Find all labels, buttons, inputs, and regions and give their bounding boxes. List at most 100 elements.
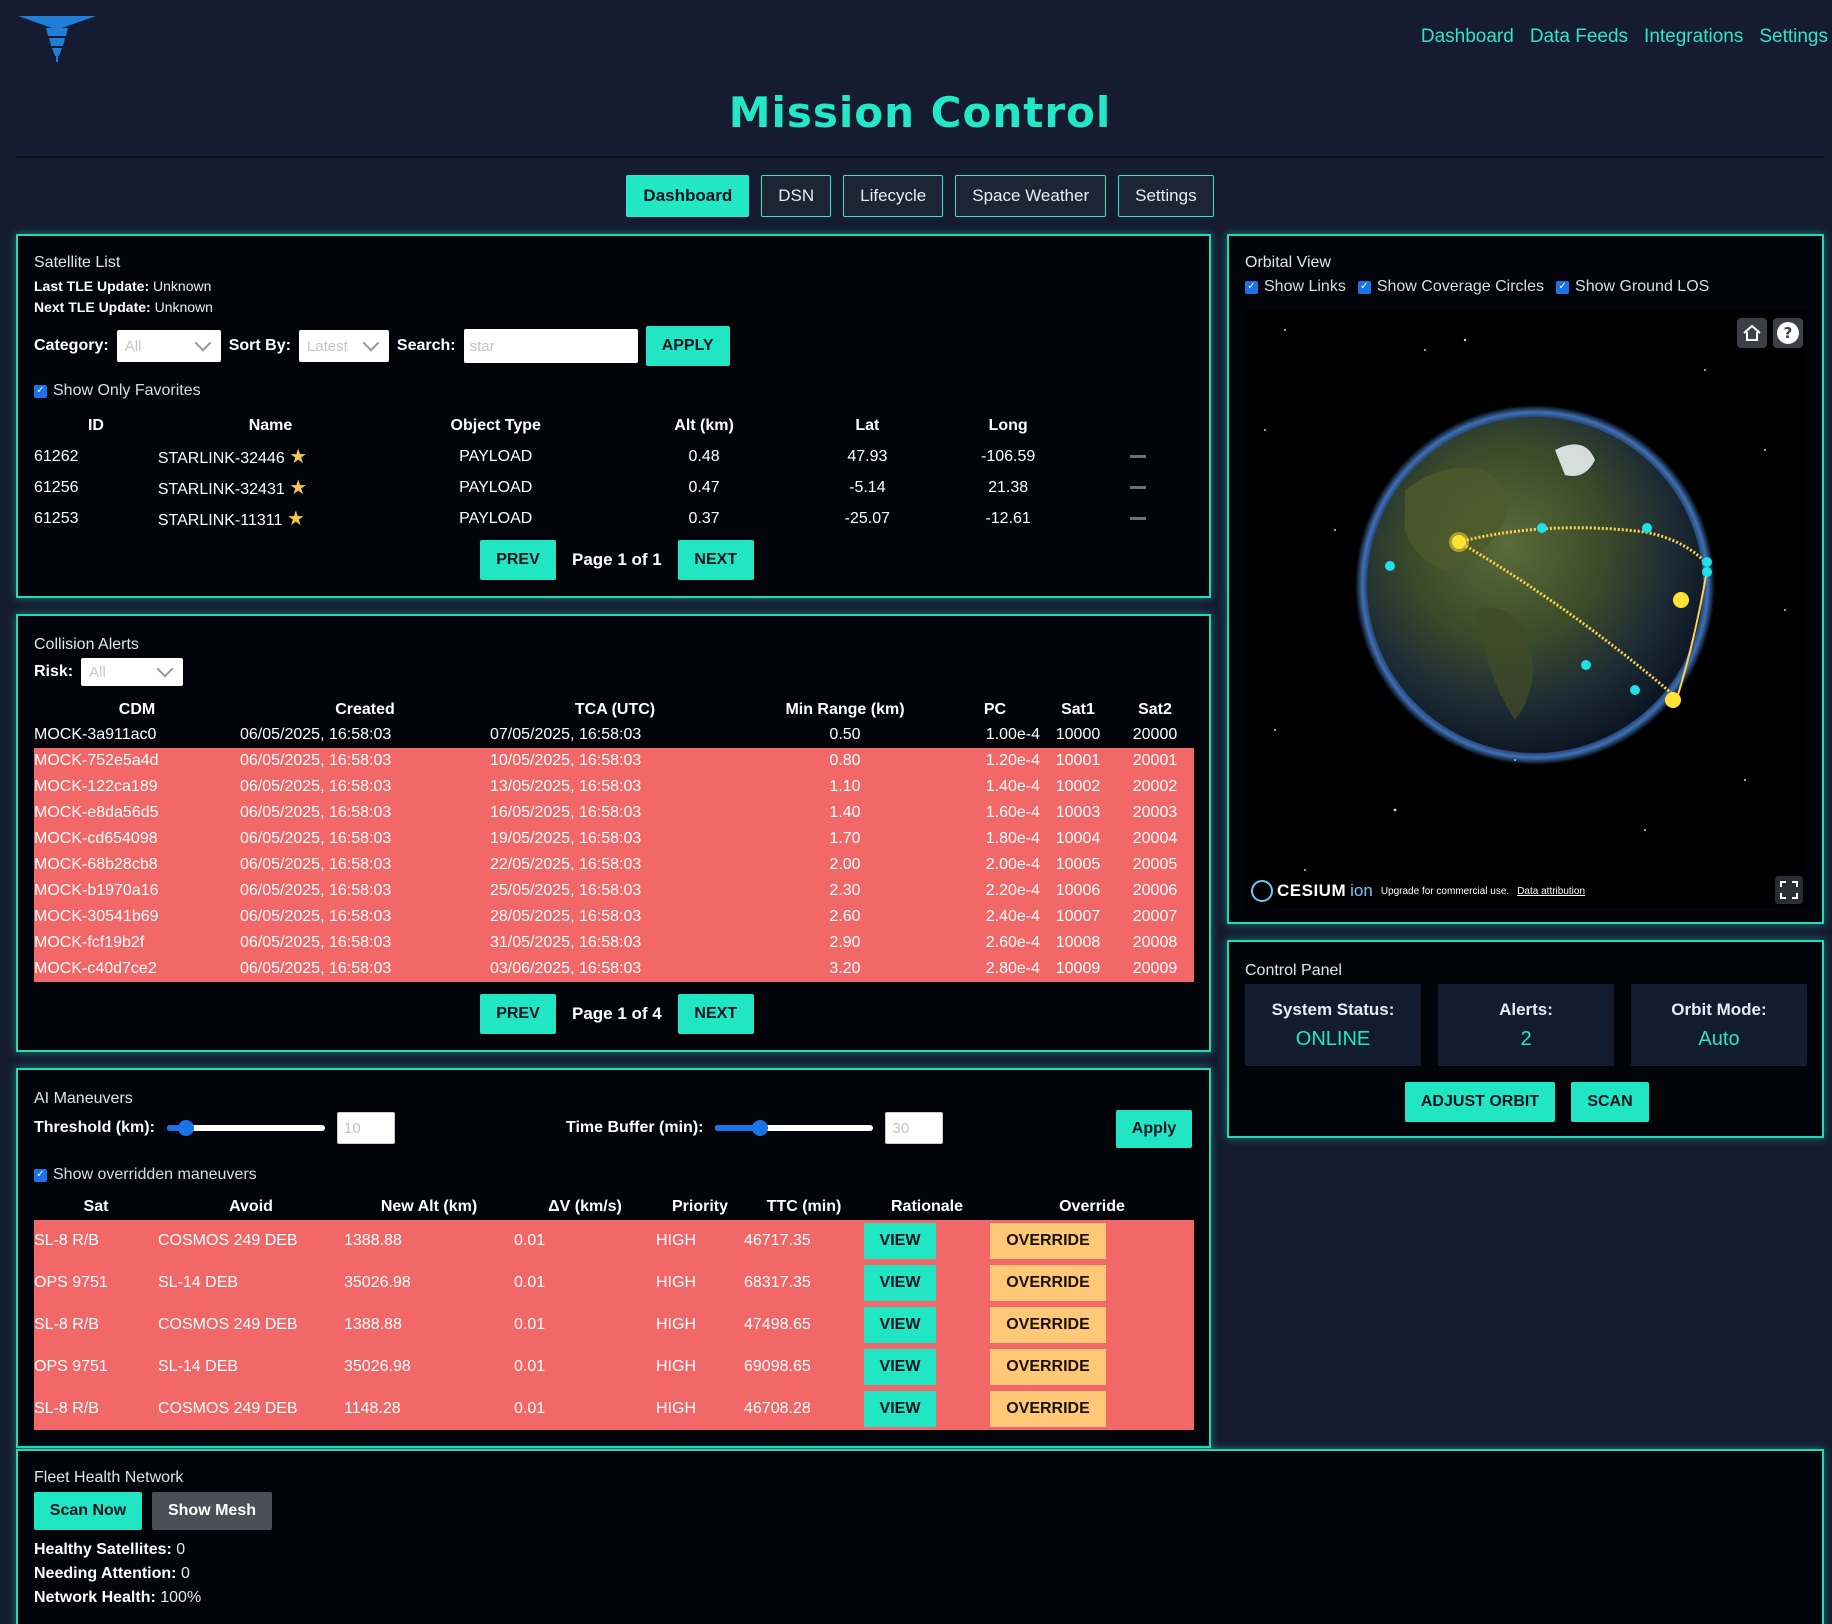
col-priority: Priority xyxy=(671,1198,728,1215)
next-page-button[interactable]: NEXT xyxy=(677,540,754,580)
table-row[interactable]: SL-8 R/B COSMOS 249 DEB 1388.88 0.01 HIGH 474… xyxy=(34,1304,1194,1346)
prev-page-button[interactable]: PREV xyxy=(480,540,556,580)
favorites-toggle[interactable]: ✓ Show Only Favorites xyxy=(34,382,201,400)
favorite-star-icon[interactable]: ★ xyxy=(287,508,305,530)
table-row[interactable]: MOCK-cd654098 06/05/2025, 16:58:03 19/05/2… xyxy=(34,826,1194,852)
override-button[interactable]: OVERRIDE xyxy=(990,1349,1106,1385)
override-cell: OVERRIDE xyxy=(990,1388,1194,1430)
satellite-list-title: Satellite List xyxy=(34,254,121,271)
threshold-input[interactable]: 10 xyxy=(336,1112,395,1144)
view-button[interactable]: VIEW xyxy=(864,1307,936,1343)
adjust-orbit-button[interactable]: ADJUST ORBIT xyxy=(1405,1082,1555,1122)
scan-button[interactable]: SCAN xyxy=(1571,1082,1649,1122)
remove-icon[interactable] xyxy=(1129,454,1146,458)
table-row[interactable]: OPS 9751 SL-14 DEB 35026.98 0.01 HIGH 68317.3… xyxy=(34,1262,1194,1304)
buffer-slider[interactable] xyxy=(715,1120,874,1136)
show-coverage-toggle[interactable]: ✓ Show Coverage Circles xyxy=(1357,278,1544,296)
table-row[interactable]: MOCK-68b28cb8 06/05/2025, 16:58:03 22/05/2… xyxy=(34,852,1194,878)
rationale-cell: VIEW xyxy=(864,1220,990,1262)
show-mesh-button[interactable]: Show Mesh xyxy=(152,1492,272,1530)
apply-maneuver-button[interactable]: Apply xyxy=(1116,1110,1192,1148)
globe-viewer[interactable]: ? CESIUM ion Upgrade for commercial use.… xyxy=(1245,310,1807,908)
slider-thumb[interactable] xyxy=(751,1120,768,1136)
home-view-button[interactable] xyxy=(1737,318,1767,348)
table-row[interactable]: MOCK-122ca189 06/05/2025, 16:58:03 13/05/2… xyxy=(34,774,1194,800)
show-links-toggle[interactable]: ✓ Show Links xyxy=(1245,278,1346,296)
slider-thumb[interactable] xyxy=(177,1120,194,1136)
next-page-button[interactable]: NEXT xyxy=(677,994,754,1034)
nav-data-feeds[interactable]: Data Feeds xyxy=(1530,26,1628,48)
checkbox-checked-icon[interactable]: ✓ xyxy=(34,1168,47,1182)
table-row[interactable]: 61256 STARLINK-32431 ★ PAYLOAD 0.47 -5.1… xyxy=(34,472,1194,503)
cdm-sat1: 10007 xyxy=(1040,904,1116,930)
help-button[interactable]: ? xyxy=(1773,318,1803,348)
table-row[interactable]: OPS 9751 SL-14 DEB 35026.98 0.01 HIGH 69098.6… xyxy=(34,1346,1194,1388)
apply-filter-button[interactable]: APPLY xyxy=(645,326,730,366)
override-button[interactable]: OVERRIDE xyxy=(990,1307,1106,1343)
overridden-toggle[interactable]: ✓ Show overridden maneuvers xyxy=(34,1166,257,1184)
cdm-pc: 2.40e-4 xyxy=(950,904,1040,930)
ai-maneuvers-title: AI Maneuvers xyxy=(34,1090,133,1107)
cdm-sat1: 10003 xyxy=(1040,800,1116,826)
page-title: Mission Control xyxy=(728,88,1112,137)
scan-now-button[interactable]: Scan Now xyxy=(34,1492,142,1530)
last-tle-update: Last TLE Update: Unknown xyxy=(34,278,211,294)
table-row[interactable]: MOCK-fcf19b2f 06/05/2025, 16:58:03 31/05/2… xyxy=(34,930,1194,956)
table-row[interactable]: 61253 STARLINK-11311 ★ PAYLOAD 0.37 -25.… xyxy=(34,503,1194,534)
tab-dashboard[interactable]: Dashboard xyxy=(626,175,750,217)
cdm-created: 06/05/2025, 16:58:03 xyxy=(240,852,490,878)
prev-page-button[interactable]: PREV xyxy=(480,994,556,1034)
tab-dsn[interactable]: DSN xyxy=(761,175,832,217)
category-select[interactable]: All xyxy=(116,330,221,362)
table-row[interactable]: SL-8 R/B COSMOS 249 DEB 1388.88 0.01 HIGH 467… xyxy=(34,1220,1194,1262)
remove-icon[interactable] xyxy=(1129,485,1146,489)
threshold-slider[interactable] xyxy=(166,1120,325,1136)
table-row[interactable]: SL-8 R/B COSMOS 249 DEB 1148.28 0.01 HIGH 467… xyxy=(34,1388,1194,1430)
override-button[interactable]: OVERRIDE xyxy=(990,1223,1106,1259)
maneuver-avoid: SL-14 DEB xyxy=(158,1262,344,1304)
col-min-range: Min Range (km) xyxy=(785,701,905,718)
risk-select[interactable]: All xyxy=(81,658,184,686)
view-button[interactable]: VIEW xyxy=(864,1391,936,1427)
sort-select[interactable]: Latest xyxy=(298,330,389,362)
override-button[interactable]: OVERRIDE xyxy=(990,1391,1106,1427)
view-button[interactable]: VIEW xyxy=(864,1349,936,1385)
app-logo[interactable] xyxy=(18,14,96,62)
globe-scene xyxy=(1264,329,1786,871)
tab-space-weather[interactable]: Space Weather xyxy=(955,175,1107,217)
table-row[interactable]: MOCK-e8da56d5 06/05/2025, 16:58:03 16/05/2… xyxy=(34,800,1194,826)
checkbox-checked-icon[interactable]: ✓ xyxy=(34,384,47,398)
favorite-star-icon[interactable]: ★ xyxy=(289,477,307,499)
tab-settings[interactable]: Settings xyxy=(1118,175,1214,217)
col-created: Created xyxy=(335,701,395,718)
checkbox-checked-icon[interactable]: ✓ xyxy=(1556,280,1570,294)
nav-integrations[interactable]: Integrations xyxy=(1644,26,1743,48)
table-row[interactable]: MOCK-b1970a16 06/05/2025, 16:58:03 25/05/2… xyxy=(34,878,1194,904)
table-row[interactable]: MOCK-c40d7ce2 06/05/2025, 16:58:03 03/06/2… xyxy=(34,956,1194,982)
show-los-toggle[interactable]: ✓ Show Ground LOS xyxy=(1556,278,1709,296)
tab-lifecycle[interactable]: Lifecycle xyxy=(843,175,944,217)
data-attribution-link[interactable]: Data attribution xyxy=(1517,886,1585,897)
favorite-star-icon[interactable]: ★ xyxy=(289,446,307,468)
remove-icon[interactable] xyxy=(1129,516,1146,520)
maneuver-avoid: COSMOS 249 DEB xyxy=(158,1388,344,1430)
table-row[interactable]: MOCK-3a911ac0 06/05/2025, 16:58:03 07/05/2… xyxy=(34,722,1194,748)
override-button[interactable]: OVERRIDE xyxy=(990,1265,1106,1301)
maneuver-alt: 1148.28 xyxy=(344,1388,514,1430)
table-row[interactable]: 61262 STARLINK-32446 ★ PAYLOAD 0.48 47.9… xyxy=(34,441,1194,472)
col-long: Long xyxy=(988,416,1028,434)
cdm-sat1: 10000 xyxy=(1055,726,1101,743)
checkbox-checked-icon[interactable]: ✓ xyxy=(1357,280,1371,294)
nav-dashboard[interactable]: Dashboard xyxy=(1421,26,1514,48)
maneuvers-table: Sat Avoid New Alt (km) ΔV (km/s) Priorit… xyxy=(34,1194,1194,1430)
buffer-input[interactable]: 30 xyxy=(885,1112,944,1144)
checkbox-checked-icon[interactable]: ✓ xyxy=(1245,280,1258,294)
view-button[interactable]: VIEW xyxy=(864,1265,936,1301)
fullscreen-button[interactable] xyxy=(1775,876,1803,904)
view-button[interactable]: VIEW xyxy=(864,1223,936,1259)
overridden-label: Show overridden maneuvers xyxy=(53,1166,257,1183)
table-row[interactable]: MOCK-30541b69 06/05/2025, 16:58:03 28/05/2… xyxy=(34,904,1194,930)
table-row[interactable]: MOCK-752e5a4d 06/05/2025, 16:58:03 10/05/2… xyxy=(34,748,1194,774)
nav-settings[interactable]: Settings xyxy=(1759,26,1828,48)
search-input[interactable]: star xyxy=(463,329,638,363)
